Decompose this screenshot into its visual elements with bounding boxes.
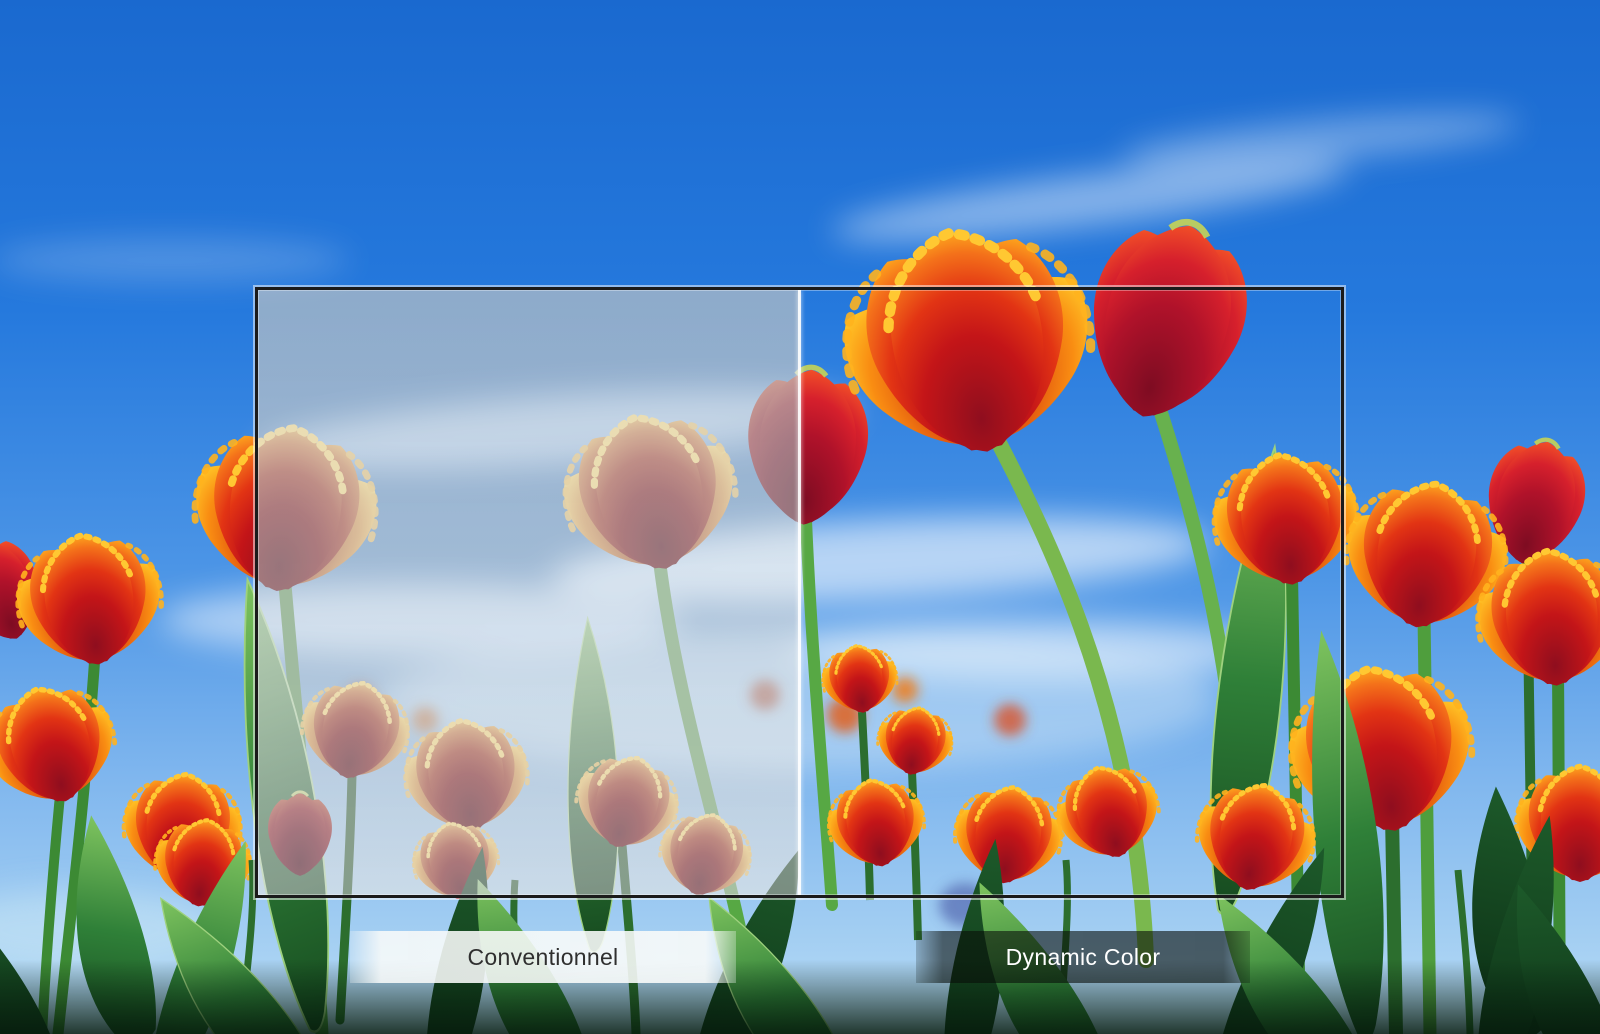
tv-frame xyxy=(255,287,1344,898)
ground-shadow xyxy=(0,960,1600,1034)
conventional-label: Conventionnel xyxy=(468,944,619,971)
dynamic-label-bar: Dynamic Color xyxy=(916,931,1250,983)
lg-dynamic-color-demo: Conventionnel Dynamic Color xyxy=(0,0,1600,1034)
conventional-label-bar: Conventionnel xyxy=(350,931,736,983)
dynamic-label: Dynamic Color xyxy=(1006,944,1161,971)
